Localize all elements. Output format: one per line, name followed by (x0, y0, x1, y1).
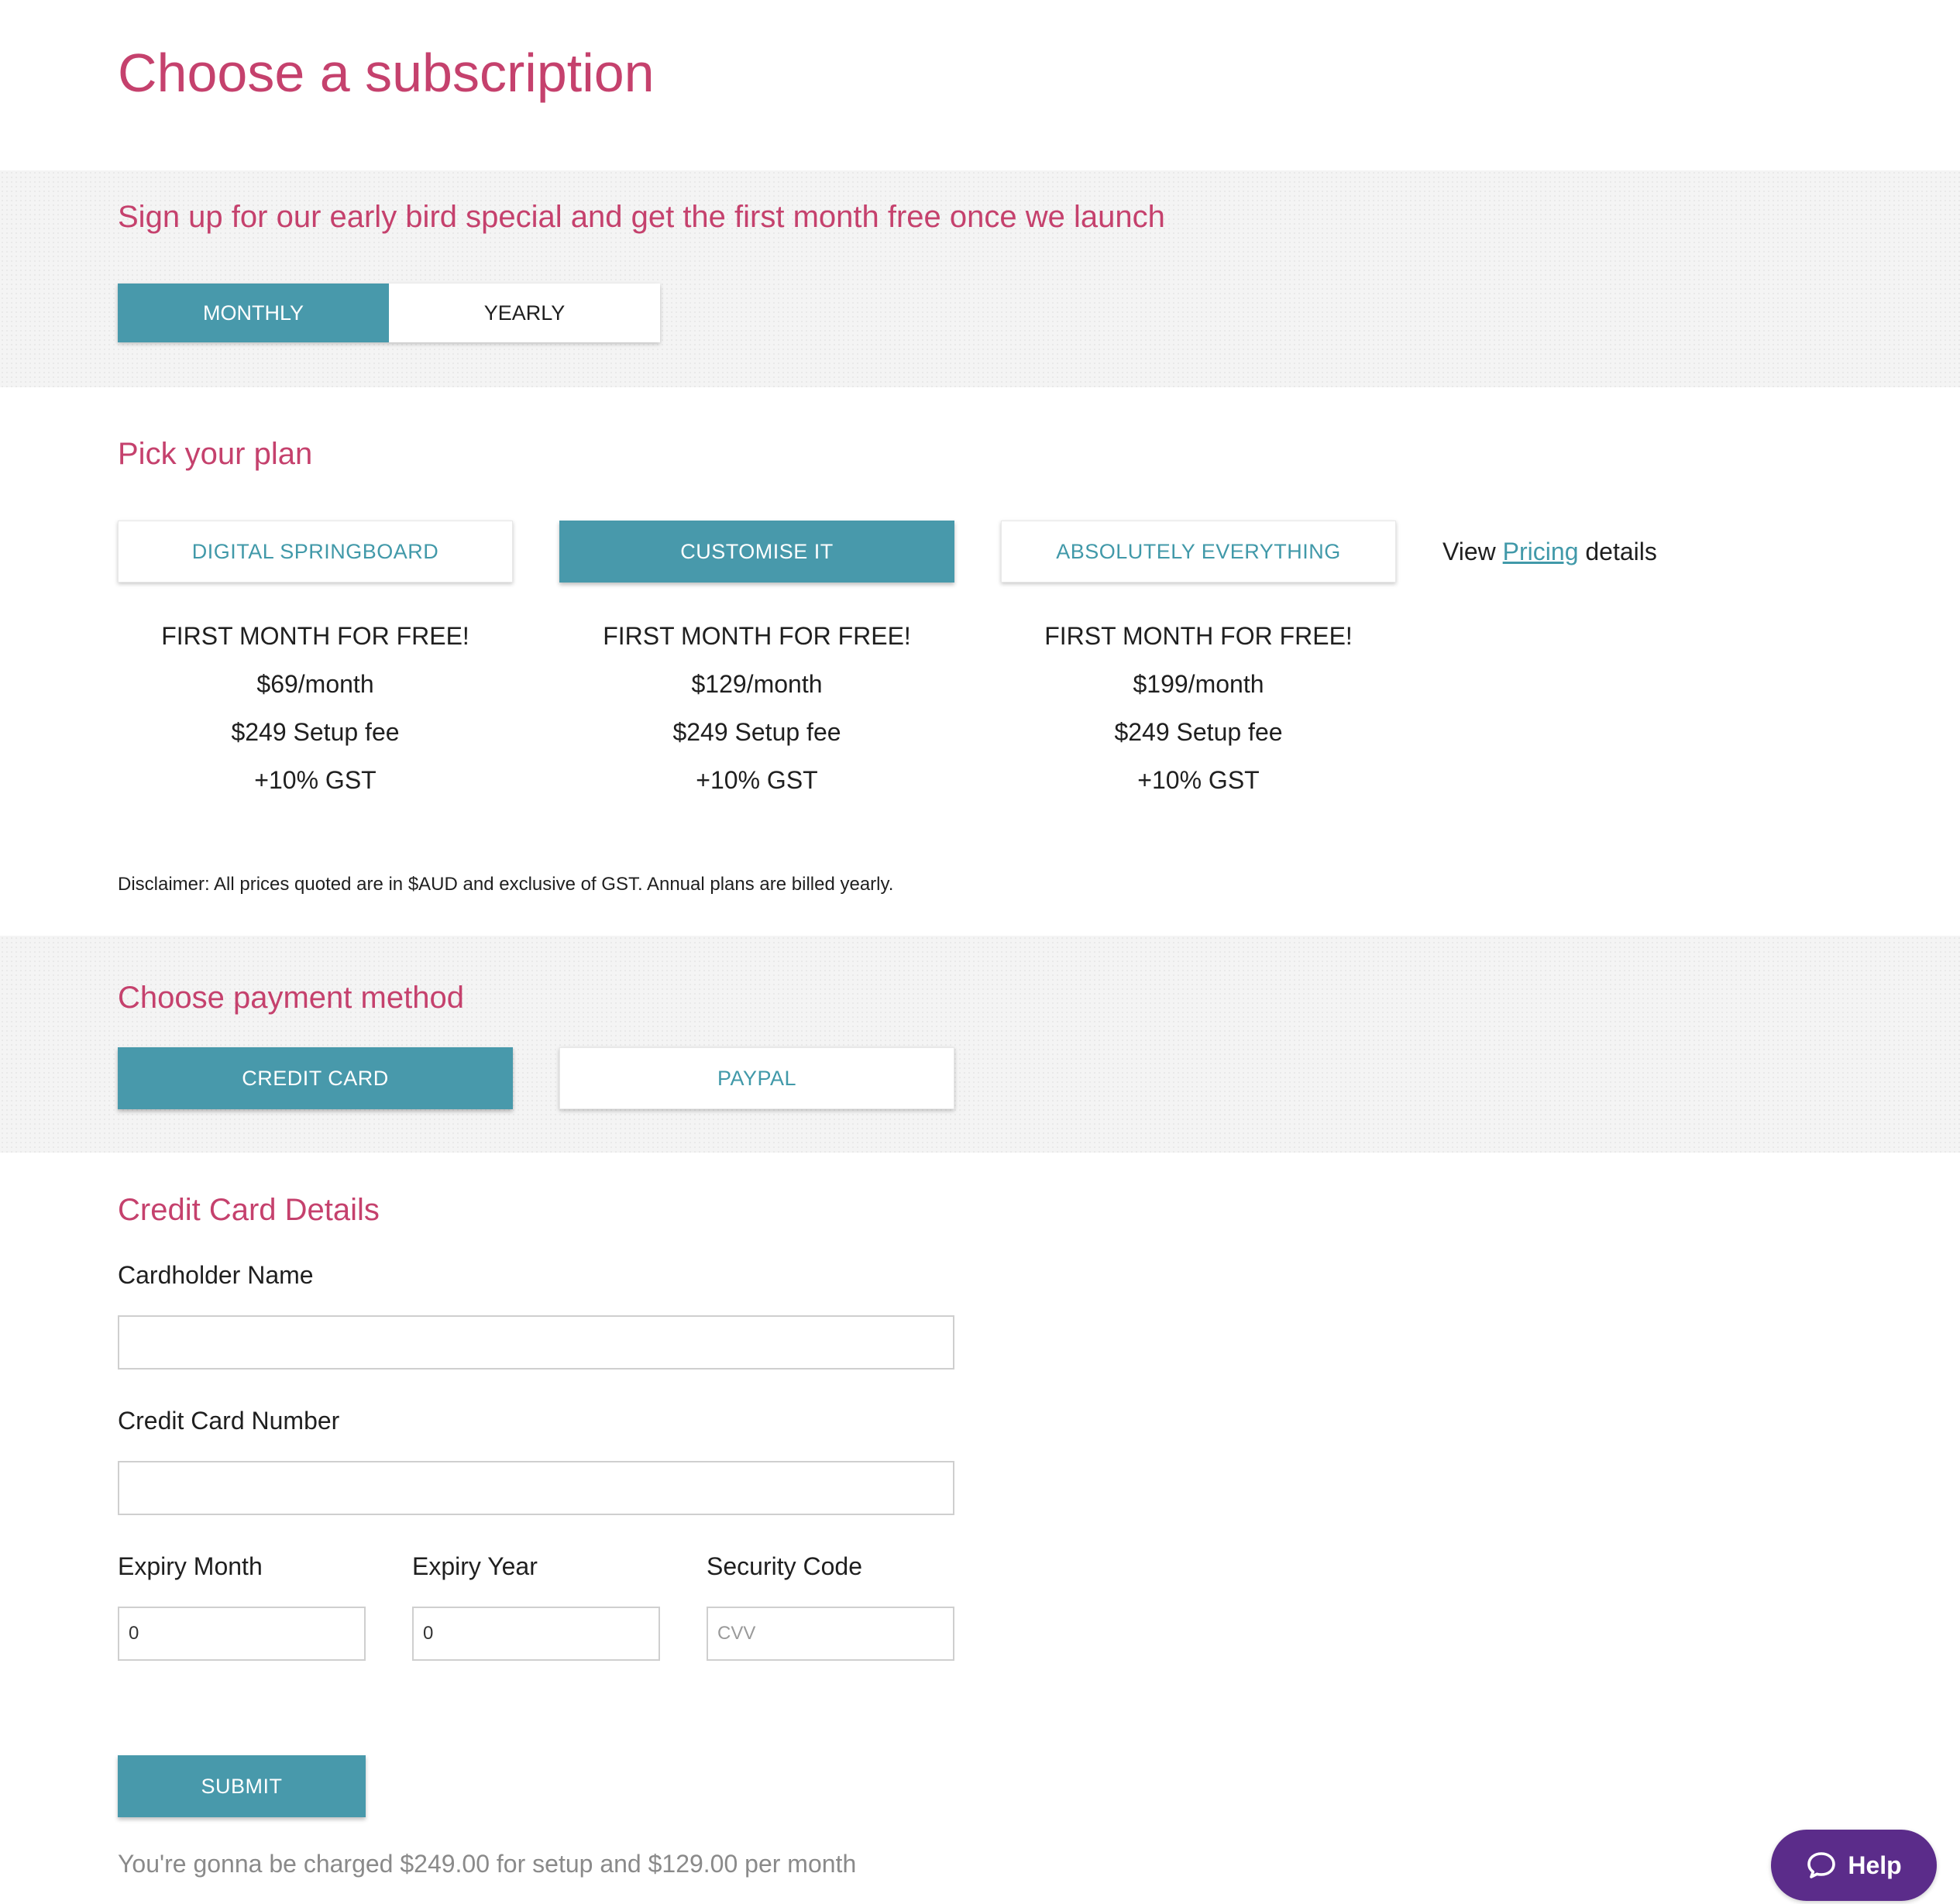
plan-gst: +10% GST (1137, 766, 1260, 794)
paypal-button[interactable]: PAYPAL (559, 1047, 954, 1109)
expiry-year-label: Expiry Year (412, 1552, 538, 1580)
cardholder-name-input[interactable] (118, 1315, 954, 1370)
plan-customise-it-button[interactable]: CUSTOMISE IT (559, 521, 954, 583)
plan-price: $199/month (1133, 670, 1264, 698)
cardholder-name-label: Cardholder Name (118, 1261, 314, 1289)
card-number-input[interactable] (118, 1461, 954, 1515)
pricing-prefix: View (1442, 538, 1496, 565)
promo-headline: Sign up for our early bird special and g… (118, 200, 1165, 234)
expiry-month-label: Expiry Month (118, 1552, 263, 1580)
plan-info-absolutely-everything: FIRST MONTH FOR FREE! $199/month $249 Se… (1001, 612, 1396, 804)
help-label: Help (1848, 1851, 1902, 1879)
expiry-year-input[interactable] (412, 1607, 660, 1661)
help-button[interactable]: Help (1771, 1830, 1937, 1901)
plan-price: $129/month (691, 670, 823, 698)
pricing-suffix: details (1585, 538, 1657, 565)
expiry-month-input[interactable] (118, 1607, 366, 1661)
plan-gst: +10% GST (696, 766, 818, 794)
page-title: Choose a subscription (118, 43, 655, 103)
plan-promo: FIRST MONTH FOR FREE! (161, 622, 469, 650)
plan-absolutely-everything-button[interactable]: ABSOLUTELY EVERYTHING (1001, 521, 1396, 583)
card-number-label: Credit Card Number (118, 1407, 340, 1435)
plan-info-customise-it: FIRST MONTH FOR FREE! $129/month $249 Se… (559, 612, 954, 804)
security-code-label: Security Code (707, 1552, 862, 1580)
chat-bubble-icon (1806, 1850, 1837, 1881)
pricing-details-note: View Pricing details (1442, 538, 1657, 566)
payment-band (0, 936, 1960, 1153)
security-code-input[interactable] (707, 1607, 954, 1661)
plan-info-digital-springboard: FIRST MONTH FOR FREE! $69/month $249 Set… (118, 612, 513, 804)
plan-price: $69/month (256, 670, 374, 698)
billing-toggle[interactable]: MONTHLY YEARLY (118, 284, 660, 342)
billing-monthly-option[interactable]: MONTHLY (118, 284, 389, 342)
pricing-link[interactable]: Pricing (1503, 538, 1579, 565)
plans-title: Pick your plan (118, 437, 313, 471)
plan-digital-springboard-button[interactable]: DIGITAL SPRINGBOARD (118, 521, 513, 583)
pricing-disclaimer: Disclaimer: All prices quoted are in $AU… (118, 874, 894, 895)
plan-setup-fee: $249 Setup fee (231, 718, 400, 746)
plan-setup-fee: $249 Setup fee (672, 718, 841, 746)
plan-setup-fee: $249 Setup fee (1114, 718, 1283, 746)
card-details-title: Credit Card Details (118, 1193, 380, 1227)
submit-button[interactable]: SUBMIT (118, 1755, 366, 1817)
credit-card-button[interactable]: CREDIT CARD (118, 1047, 513, 1109)
charge-summary: You're gonna be charged $249.00 for setu… (118, 1850, 857, 1878)
plan-promo: FIRST MONTH FOR FREE! (603, 622, 911, 650)
plan-promo: FIRST MONTH FOR FREE! (1044, 622, 1353, 650)
plan-gst: +10% GST (254, 766, 377, 794)
payment-method-title: Choose payment method (118, 981, 464, 1015)
billing-yearly-option[interactable]: YEARLY (389, 284, 660, 342)
